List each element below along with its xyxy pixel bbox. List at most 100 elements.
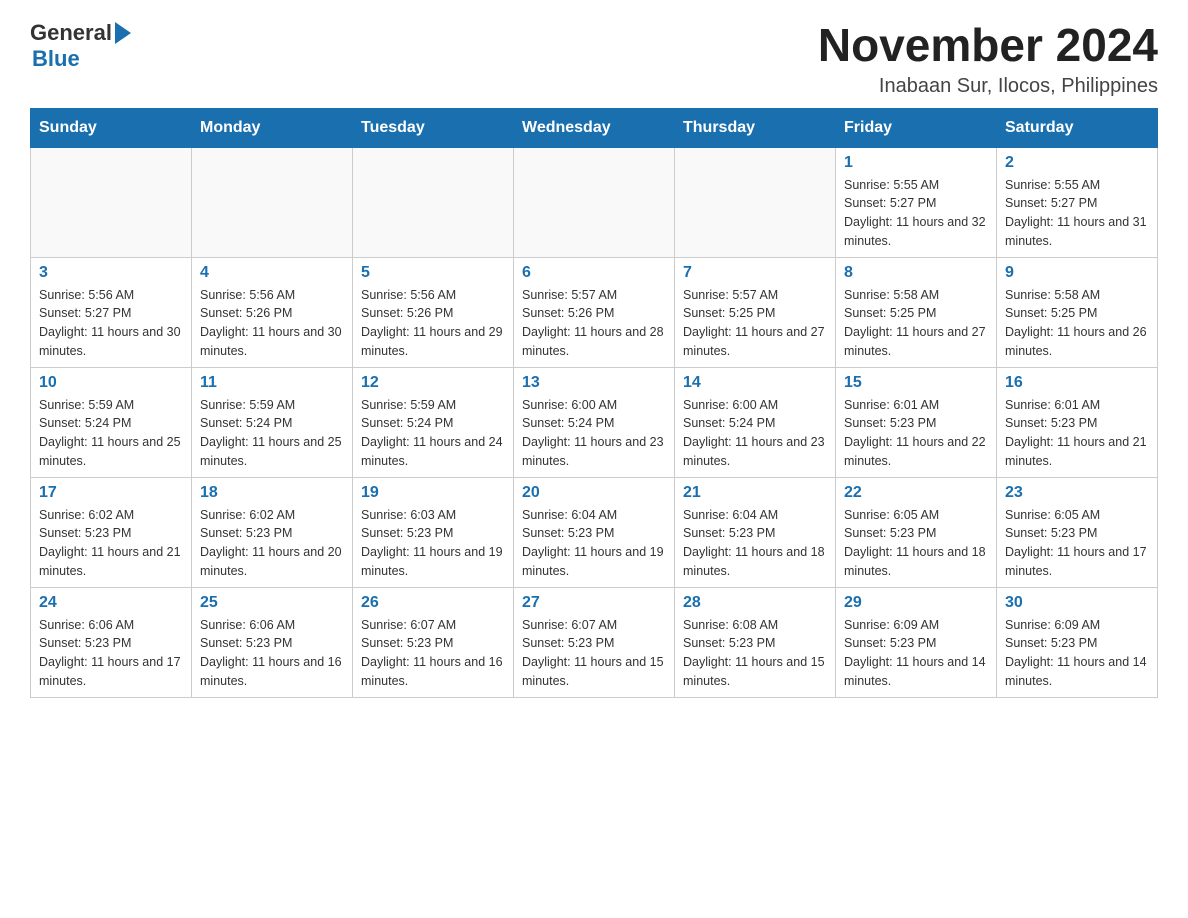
day-info: Sunrise: 5:58 AMSunset: 5:25 PMDaylight:…: [844, 286, 988, 361]
day-info: Sunrise: 6:06 AMSunset: 5:23 PMDaylight:…: [200, 616, 344, 691]
calendar-cell: 8 Sunrise: 5:58 AMSunset: 5:25 PMDaylight…: [836, 257, 997, 367]
day-info: Sunrise: 5:57 AMSunset: 5:25 PMDaylight:…: [683, 286, 827, 361]
day-info: Sunrise: 6:02 AMSunset: 5:23 PMDaylight:…: [39, 506, 183, 581]
calendar-cell: 19Sunrise: 6:03 AMSunset: 5:23 PMDayligh…: [353, 477, 514, 587]
calendar-cell: 12 Sunrise: 5:59 AMSunset: 5:24 PMDayligh…: [353, 367, 514, 477]
day-info: Sunrise: 6:03 AMSunset: 5:23 PMDaylight:…: [361, 506, 505, 581]
day-number: 12: [361, 374, 505, 392]
calendar-week-row: 10 Sunrise: 5:59 AMSunset: 5:24 PMDayligh…: [31, 367, 1158, 477]
calendar-cell: 5 Sunrise: 5:56 AMSunset: 5:26 PMDaylight…: [353, 257, 514, 367]
day-number: 16: [1005, 374, 1149, 392]
calendar-cell: [353, 147, 514, 257]
calendar-cell: [31, 147, 192, 257]
title-section: November 2024 Inabaan Sur, Ilocos, Phili…: [818, 20, 1158, 98]
calendar-week-row: 17 Sunrise: 6:02 AMSunset: 5:23 PMDayligh…: [31, 477, 1158, 587]
day-info: Sunrise: 5:55 AMSunset: 5:27 PMDaylight:…: [1005, 176, 1149, 251]
calendar-cell: 28 Sunrise: 6:08 AMSunset: 5:23 PMDayligh…: [675, 587, 836, 697]
month-title: November 2024: [818, 20, 1158, 71]
day-number: 2: [1005, 154, 1149, 172]
day-info: Sunrise: 5:57 AMSunset: 5:26 PMDaylight:…: [522, 286, 666, 361]
day-number: 6: [522, 264, 666, 282]
calendar-cell: 13 Sunrise: 6:00 AMSunset: 5:24 PMDayligh…: [514, 367, 675, 477]
day-number: 22: [844, 484, 988, 502]
calendar-cell: 25Sunrise: 6:06 AMSunset: 5:23 PMDayligh…: [192, 587, 353, 697]
location-title: Inabaan Sur, Ilocos, Philippines: [818, 75, 1158, 98]
day-number: 27: [522, 594, 666, 612]
calendar-header-friday: Friday: [836, 108, 997, 147]
day-info: Sunrise: 6:08 AMSunset: 5:23 PMDaylight:…: [683, 616, 827, 691]
calendar-cell: 17 Sunrise: 6:02 AMSunset: 5:23 PMDayligh…: [31, 477, 192, 587]
day-number: 28: [683, 594, 827, 612]
calendar-week-row: 1 Sunrise: 5:55 AMSunset: 5:27 PMDaylight…: [31, 147, 1158, 257]
calendar-cell: 27Sunrise: 6:07 AMSunset: 5:23 PMDayligh…: [514, 587, 675, 697]
calendar-header-saturday: Saturday: [997, 108, 1158, 147]
calendar-cell: 7 Sunrise: 5:57 AMSunset: 5:25 PMDaylight…: [675, 257, 836, 367]
day-number: 9: [1005, 264, 1149, 282]
day-info: Sunrise: 6:05 AMSunset: 5:23 PMDaylight:…: [844, 506, 988, 581]
day-number: 20: [522, 484, 666, 502]
day-info: Sunrise: 5:56 AMSunset: 5:26 PMDaylight:…: [361, 286, 505, 361]
day-number: 5: [361, 264, 505, 282]
calendar-cell: [675, 147, 836, 257]
calendar-cell: 6 Sunrise: 5:57 AMSunset: 5:26 PMDaylight…: [514, 257, 675, 367]
calendar-cell: 2 Sunrise: 5:55 AMSunset: 5:27 PMDaylight…: [997, 147, 1158, 257]
day-info: Sunrise: 6:00 AMSunset: 5:24 PMDaylight:…: [522, 396, 666, 471]
day-info: Sunrise: 5:58 AMSunset: 5:25 PMDaylight:…: [1005, 286, 1149, 361]
day-info: Sunrise: 6:05 AMSunset: 5:23 PMDaylight:…: [1005, 506, 1149, 581]
calendar-cell: 18Sunrise: 6:02 AMSunset: 5:23 PMDayligh…: [192, 477, 353, 587]
day-number: 23: [1005, 484, 1149, 502]
calendar-cell: [192, 147, 353, 257]
day-info: Sunrise: 6:04 AMSunset: 5:23 PMDaylight:…: [522, 506, 666, 581]
calendar-cell: 23 Sunrise: 6:05 AMSunset: 5:23 PMDayligh…: [997, 477, 1158, 587]
calendar-header-tuesday: Tuesday: [353, 108, 514, 147]
day-number: 1: [844, 154, 988, 172]
calendar-cell: [514, 147, 675, 257]
day-number: 30: [1005, 594, 1149, 612]
day-number: 8: [844, 264, 988, 282]
page-header: General Blue November 2024 Inabaan Sur, …: [30, 20, 1158, 98]
day-number: 4: [200, 264, 344, 282]
day-info: Sunrise: 5:59 AMSunset: 5:24 PMDaylight:…: [361, 396, 505, 471]
day-info: Sunrise: 5:59 AMSunset: 5:24 PMDaylight:…: [39, 396, 183, 471]
calendar-cell: 16 Sunrise: 6:01 AMSunset: 5:23 PMDayligh…: [997, 367, 1158, 477]
logo-blue-text: Blue: [32, 46, 80, 71]
day-info: Sunrise: 5:56 AMSunset: 5:27 PMDaylight:…: [39, 286, 183, 361]
day-info: Sunrise: 6:06 AMSunset: 5:23 PMDaylight:…: [39, 616, 183, 691]
day-number: 3: [39, 264, 183, 282]
calendar-cell: 9 Sunrise: 5:58 AMSunset: 5:25 PMDaylight…: [997, 257, 1158, 367]
day-number: 11: [200, 374, 344, 392]
calendar-cell: 10 Sunrise: 5:59 AMSunset: 5:24 PMDayligh…: [31, 367, 192, 477]
calendar-cell: 11 Sunrise: 5:59 AMSunset: 5:24 PMDayligh…: [192, 367, 353, 477]
calendar-cell: 22 Sunrise: 6:05 AMSunset: 5:23 PMDayligh…: [836, 477, 997, 587]
calendar-cell: 29 Sunrise: 6:09 AMSunset: 5:23 PMDayligh…: [836, 587, 997, 697]
calendar-header-thursday: Thursday: [675, 108, 836, 147]
day-number: 10: [39, 374, 183, 392]
day-number: 13: [522, 374, 666, 392]
day-info: Sunrise: 6:04 AMSunset: 5:23 PMDaylight:…: [683, 506, 827, 581]
calendar-cell: 24 Sunrise: 6:06 AMSunset: 5:23 PMDayligh…: [31, 587, 192, 697]
calendar-week-row: 3 Sunrise: 5:56 AMSunset: 5:27 PMDaylight…: [31, 257, 1158, 367]
calendar-header-wednesday: Wednesday: [514, 108, 675, 147]
calendar-week-row: 24 Sunrise: 6:06 AMSunset: 5:23 PMDayligh…: [31, 587, 1158, 697]
calendar-cell: 21 Sunrise: 6:04 AMSunset: 5:23 PMDayligh…: [675, 477, 836, 587]
day-number: 18: [200, 484, 344, 502]
day-info: Sunrise: 5:59 AMSunset: 5:24 PMDaylight:…: [200, 396, 344, 471]
calendar-cell: 30Sunrise: 6:09 AMSunset: 5:23 PMDayligh…: [997, 587, 1158, 697]
calendar-cell: 20 Sunrise: 6:04 AMSunset: 5:23 PMDayligh…: [514, 477, 675, 587]
day-info: Sunrise: 5:56 AMSunset: 5:26 PMDaylight:…: [200, 286, 344, 361]
day-number: 15: [844, 374, 988, 392]
day-info: Sunrise: 6:09 AMSunset: 5:23 PMDaylight:…: [844, 616, 988, 691]
day-number: 24: [39, 594, 183, 612]
day-info: Sunrise: 6:01 AMSunset: 5:23 PMDaylight:…: [1005, 396, 1149, 471]
day-number: 7: [683, 264, 827, 282]
logo-triangle-icon: [115, 22, 131, 44]
day-number: 29: [844, 594, 988, 612]
day-number: 21: [683, 484, 827, 502]
day-number: 17: [39, 484, 183, 502]
day-info: Sunrise: 6:01 AMSunset: 5:23 PMDaylight:…: [844, 396, 988, 471]
calendar-cell: 1Sunrise: 5:55 AMSunset: 5:27 PMDaylight…: [836, 147, 997, 257]
calendar-cell: 14Sunrise: 6:00 AMSunset: 5:24 PMDayligh…: [675, 367, 836, 477]
day-number: 26: [361, 594, 505, 612]
calendar-cell: 4 Sunrise: 5:56 AMSunset: 5:26 PMDaylight…: [192, 257, 353, 367]
calendar-header-monday: Monday: [192, 108, 353, 147]
